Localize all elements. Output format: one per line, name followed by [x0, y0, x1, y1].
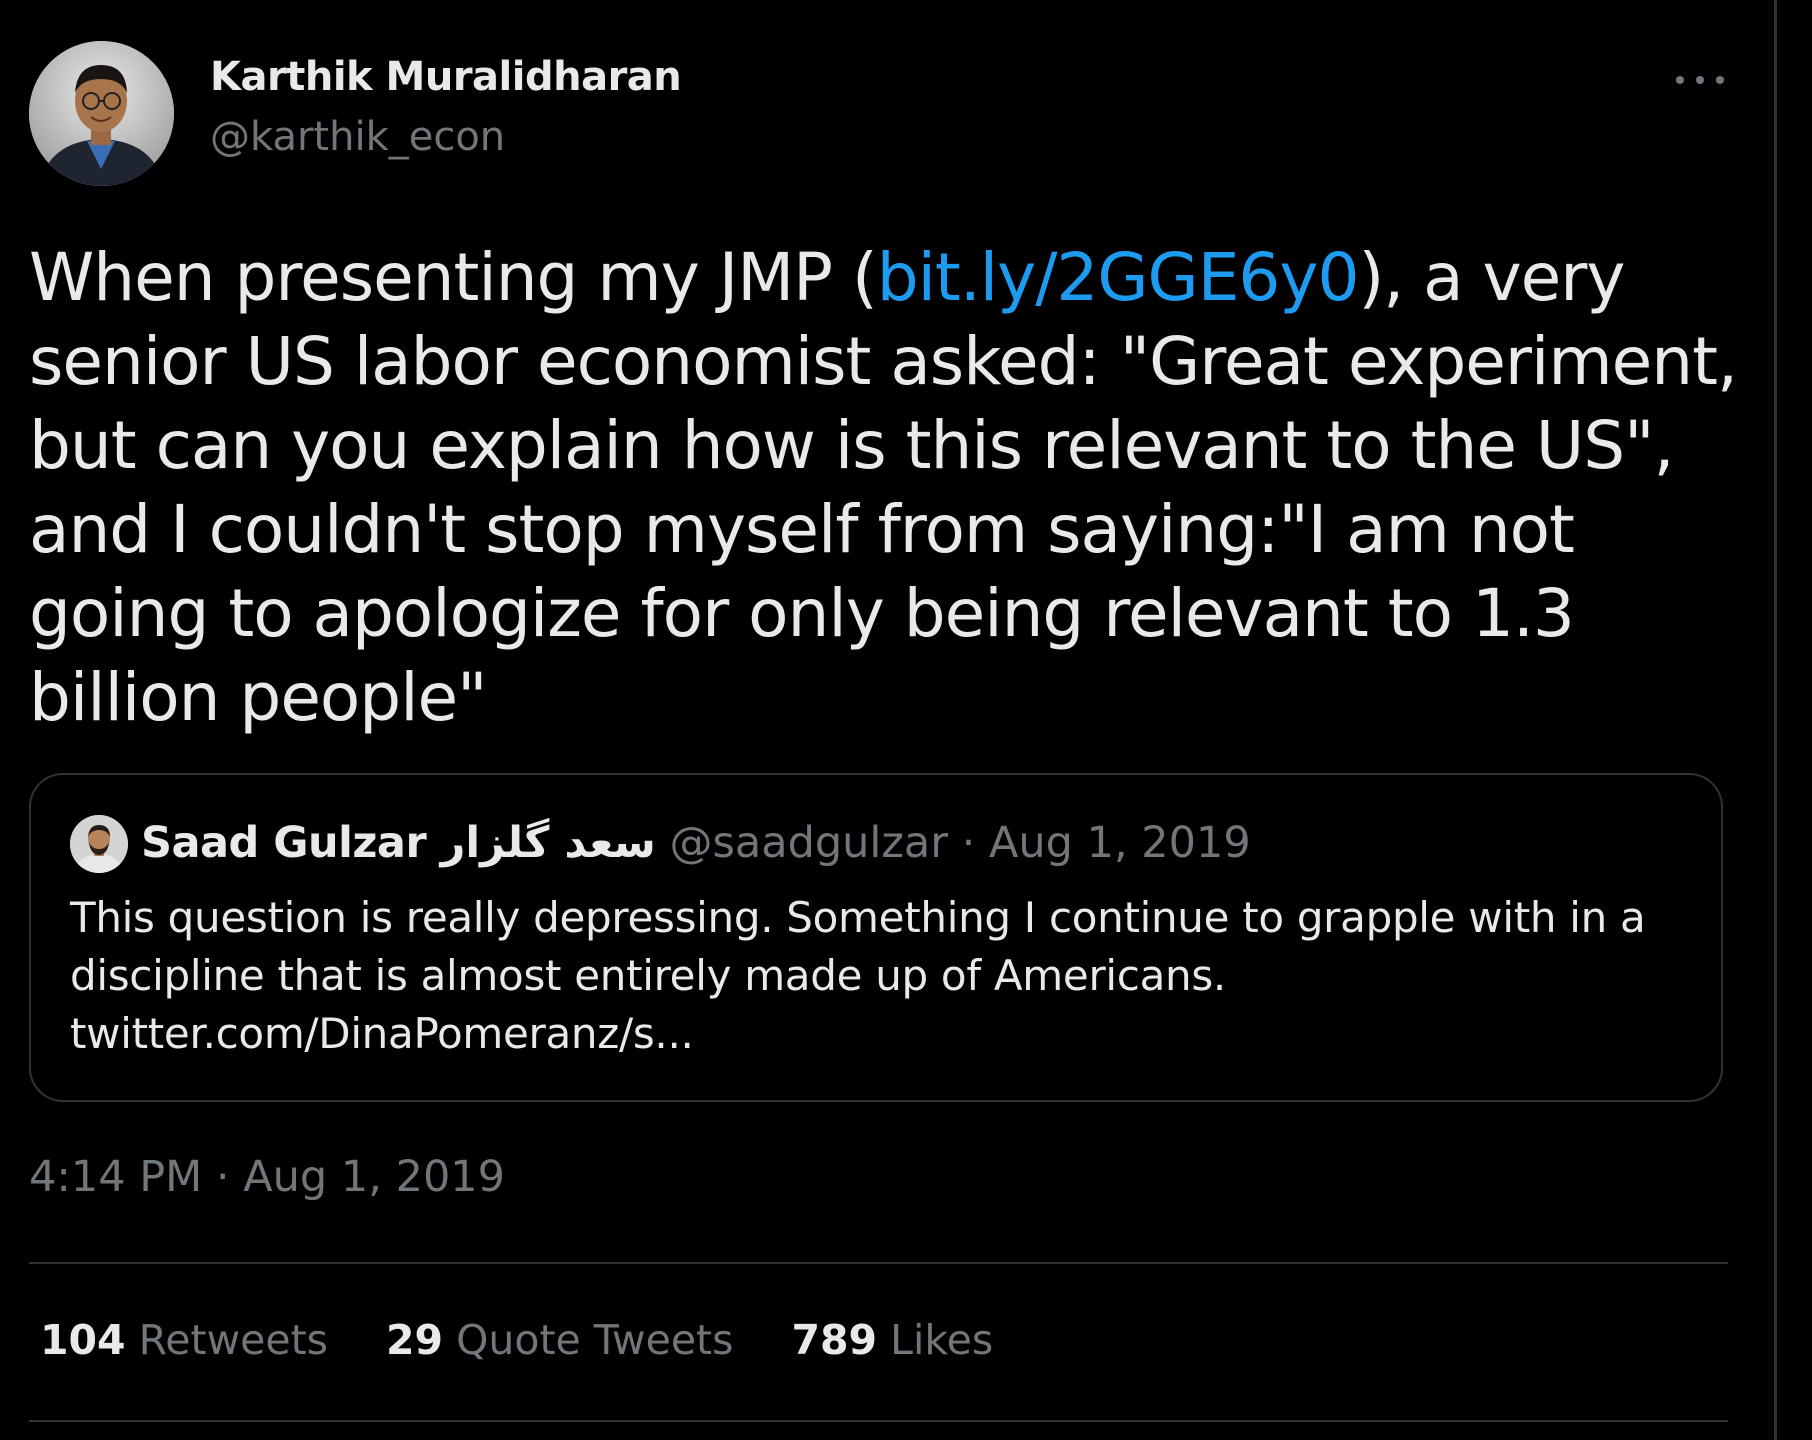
quoted-tweet-card[interactable]: Saad Gulzar سعد گلزار @saadgulzar · Aug … — [29, 773, 1723, 1102]
retweets-count: 104 — [40, 1316, 126, 1364]
tweet-link[interactable]: bit.ly/2GGE6y0 — [877, 239, 1360, 316]
quoted-date[interactable]: Aug 1, 2019 — [989, 818, 1251, 868]
retweets-stat[interactable]: 104 Retweets — [40, 1316, 328, 1364]
quoted-author-avatar[interactable] — [70, 815, 128, 873]
more-dot — [1716, 76, 1724, 84]
more-dot — [1676, 76, 1684, 84]
author-display-name[interactable]: Karthik Muralidharan — [210, 54, 682, 100]
author-handle[interactable]: @karthik_econ — [210, 114, 505, 160]
quoted-author-handle[interactable]: @saadgulzar — [669, 818, 948, 868]
quoted-text-line: discipline that is almost entirely made … — [70, 951, 1226, 1000]
quoted-tweet-text: This question is really depressing. Some… — [70, 889, 1690, 1063]
quoted-author-display-name[interactable]: Saad Gulzar سعد گلزار — [141, 818, 656, 868]
divider — [29, 1420, 1728, 1422]
more-horizontal-icon[interactable] — [1676, 66, 1724, 94]
quoted-tweet-header: Saad Gulzar سعد گلزار @saadgulzar · Aug … — [141, 813, 1251, 873]
tweet-detail: Karthik Muralidharan @karthik_econ When … — [0, 0, 1774, 1440]
more-dot — [1696, 76, 1704, 84]
tweet-text-before-link: When presenting my JMP ( — [29, 239, 878, 316]
tweet-text: When presenting my JMP (bit.ly/2GGE6y0),… — [29, 236, 1749, 740]
quoted-text-link[interactable]: twitter.com/DinaPomeranz/s... — [70, 1005, 1690, 1063]
column-border — [1774, 0, 1777, 1440]
likes-count: 789 — [791, 1316, 878, 1364]
likes-label: Likes — [890, 1316, 994, 1364]
quote-tweets-count: 29 — [386, 1316, 444, 1364]
author-avatar[interactable] — [29, 41, 174, 186]
quote-tweets-stat[interactable]: 29 Quote Tweets — [386, 1316, 733, 1364]
tweet-timestamp[interactable]: 4:14 PM · Aug 1, 2019 — [29, 1152, 505, 1202]
likes-stat[interactable]: 789 Likes — [791, 1316, 993, 1364]
quote-tweets-label: Quote Tweets — [456, 1316, 734, 1364]
divider — [29, 1262, 1728, 1264]
tweet-stats: 104 Retweets 29 Quote Tweets 789 Likes — [40, 1316, 1051, 1364]
quoted-separator: · — [961, 818, 976, 868]
quoted-text-line: This question is really depressing. Some… — [70, 893, 1646, 942]
retweets-label: Retweets — [138, 1316, 329, 1364]
